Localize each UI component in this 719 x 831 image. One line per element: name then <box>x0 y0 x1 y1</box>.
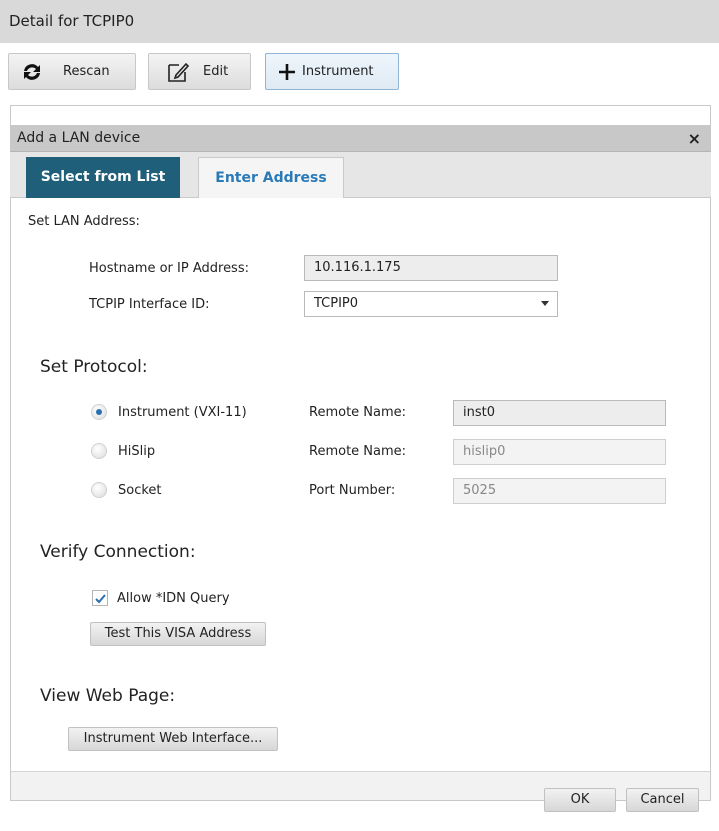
protocol-instrument-label: Instrument (VXI-11) <box>118 405 247 420</box>
allow-idn-checkbox[interactable] <box>92 590 108 606</box>
vxi11-remote-name-field[interactable]: inst0 <box>453 400 666 426</box>
view-web-page-heading: View Web Page: <box>40 686 176 706</box>
radio-hislip[interactable] <box>91 443 107 459</box>
instrument-label: Instrument <box>302 64 374 79</box>
hislip-remote-name-field: hislip0 <box>453 439 666 465</box>
set-protocol-heading: Set Protocol: <box>40 357 148 377</box>
protocol-hislip-label: HiSlip <box>118 444 156 459</box>
remote-name-label: Remote Name: <box>309 405 407 420</box>
test-visa-address-button[interactable]: Test This VISA Address <box>90 622 266 646</box>
chevron-down-icon <box>541 301 549 306</box>
port-number-label: Port Number: <box>309 483 396 498</box>
socket-port-field: 5025 <box>453 478 666 504</box>
plus-icon <box>278 63 296 81</box>
ok-button[interactable]: OK <box>544 788 616 812</box>
dialog-title-bar: Add a LAN device × <box>10 125 711 152</box>
close-icon[interactable]: × <box>688 125 701 152</box>
tab-enter-address[interactable]: Enter Address <box>198 157 344 198</box>
radio-instrument-vxi11[interactable] <box>91 404 107 420</box>
instrument-web-interface-button[interactable]: Instrument Web Interface... <box>68 727 278 751</box>
dialog-tabs: Select from List Enter Address <box>10 152 711 198</box>
cancel-button[interactable]: Cancel <box>626 788 699 812</box>
remote-name-label: Remote Name: <box>309 444 407 459</box>
tab-select-from-list[interactable]: Select from List <box>26 157 180 198</box>
checkmark-icon <box>95 594 106 604</box>
hostname-field[interactable]: 10.116.1.175 <box>304 255 558 281</box>
edit-label: Edit <box>203 64 229 79</box>
toolbar: Rescan Edit Instrument <box>0 43 719 100</box>
rescan-label: Rescan <box>63 64 110 79</box>
interface-value: TCPIP0 <box>314 296 359 311</box>
edit-icon <box>167 61 189 83</box>
window-title: Detail for TCPIP0 <box>0 0 719 43</box>
rescan-button[interactable]: Rescan <box>8 53 136 90</box>
refresh-icon <box>21 62 43 82</box>
allow-idn-label: Allow *IDN Query <box>117 591 230 606</box>
edit-button[interactable]: Edit <box>148 53 251 90</box>
radio-socket[interactable] <box>91 482 107 498</box>
protocol-socket-label: Socket <box>118 483 162 498</box>
set-lan-address-heading: Set LAN Address: <box>28 214 140 229</box>
interface-label: TCPIP Interface ID: <box>89 297 210 312</box>
hostname-label: Hostname or IP Address: <box>89 261 249 276</box>
verify-connection-heading: Verify Connection: <box>40 542 196 562</box>
interface-dropdown[interactable]: TCPIP0 <box>304 291 558 317</box>
add-instrument-button[interactable]: Instrument <box>265 53 399 90</box>
dialog-title: Add a LAN device <box>17 130 141 146</box>
